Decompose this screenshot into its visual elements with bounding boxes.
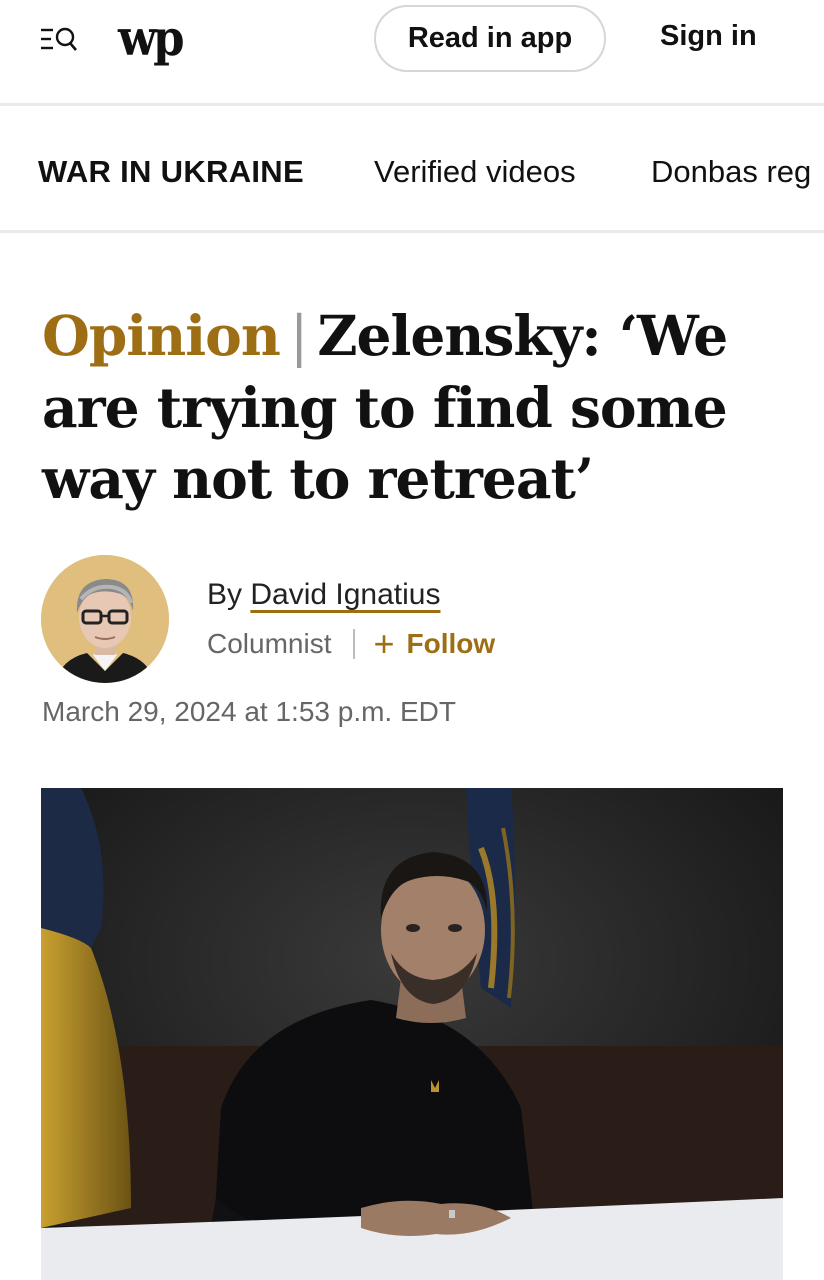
section-nav-item-verified-videos[interactable]: Verified videos (374, 154, 576, 190)
byline: By David Ignatius (207, 578, 440, 612)
section-nav-item-donbas[interactable]: Donbas reg (651, 154, 811, 190)
publish-timestamp: March 29, 2024 at 1:53 p.m. EDT (42, 696, 456, 727)
follow-button[interactable]: + Follow (373, 623, 496, 664)
kicker-separator: | (289, 304, 309, 368)
menu-search-icon[interactable] (40, 24, 78, 56)
sign-in-link[interactable]: Sign in (660, 20, 757, 53)
author-avatar[interactable] (41, 555, 169, 683)
washington-post-logo[interactable]: wp (118, 10, 190, 72)
top-bar: wp Read in app Sign in (0, 0, 824, 106)
follow-label: Follow (406, 628, 496, 659)
plus-icon: + (373, 623, 395, 664)
author-link[interactable]: David Ignatius (250, 578, 440, 611)
article-headline: Opinion | Zelensky: ‘We are trying to find… (42, 300, 802, 514)
read-in-app-button[interactable]: Read in app (374, 5, 606, 72)
section-nav: WAR IN UKRAINE Verified videos Donbas re… (0, 108, 824, 233)
author-meta: Columnist + Follow (207, 623, 496, 664)
meta-divider (353, 629, 356, 659)
lead-photo[interactable] (41, 788, 783, 1280)
opinion-kicker[interactable]: Opinion (42, 303, 281, 368)
author-role: Columnist (207, 628, 332, 659)
section-nav-title[interactable]: WAR IN UKRAINE (38, 154, 304, 190)
byline-prefix: By (207, 578, 243, 611)
